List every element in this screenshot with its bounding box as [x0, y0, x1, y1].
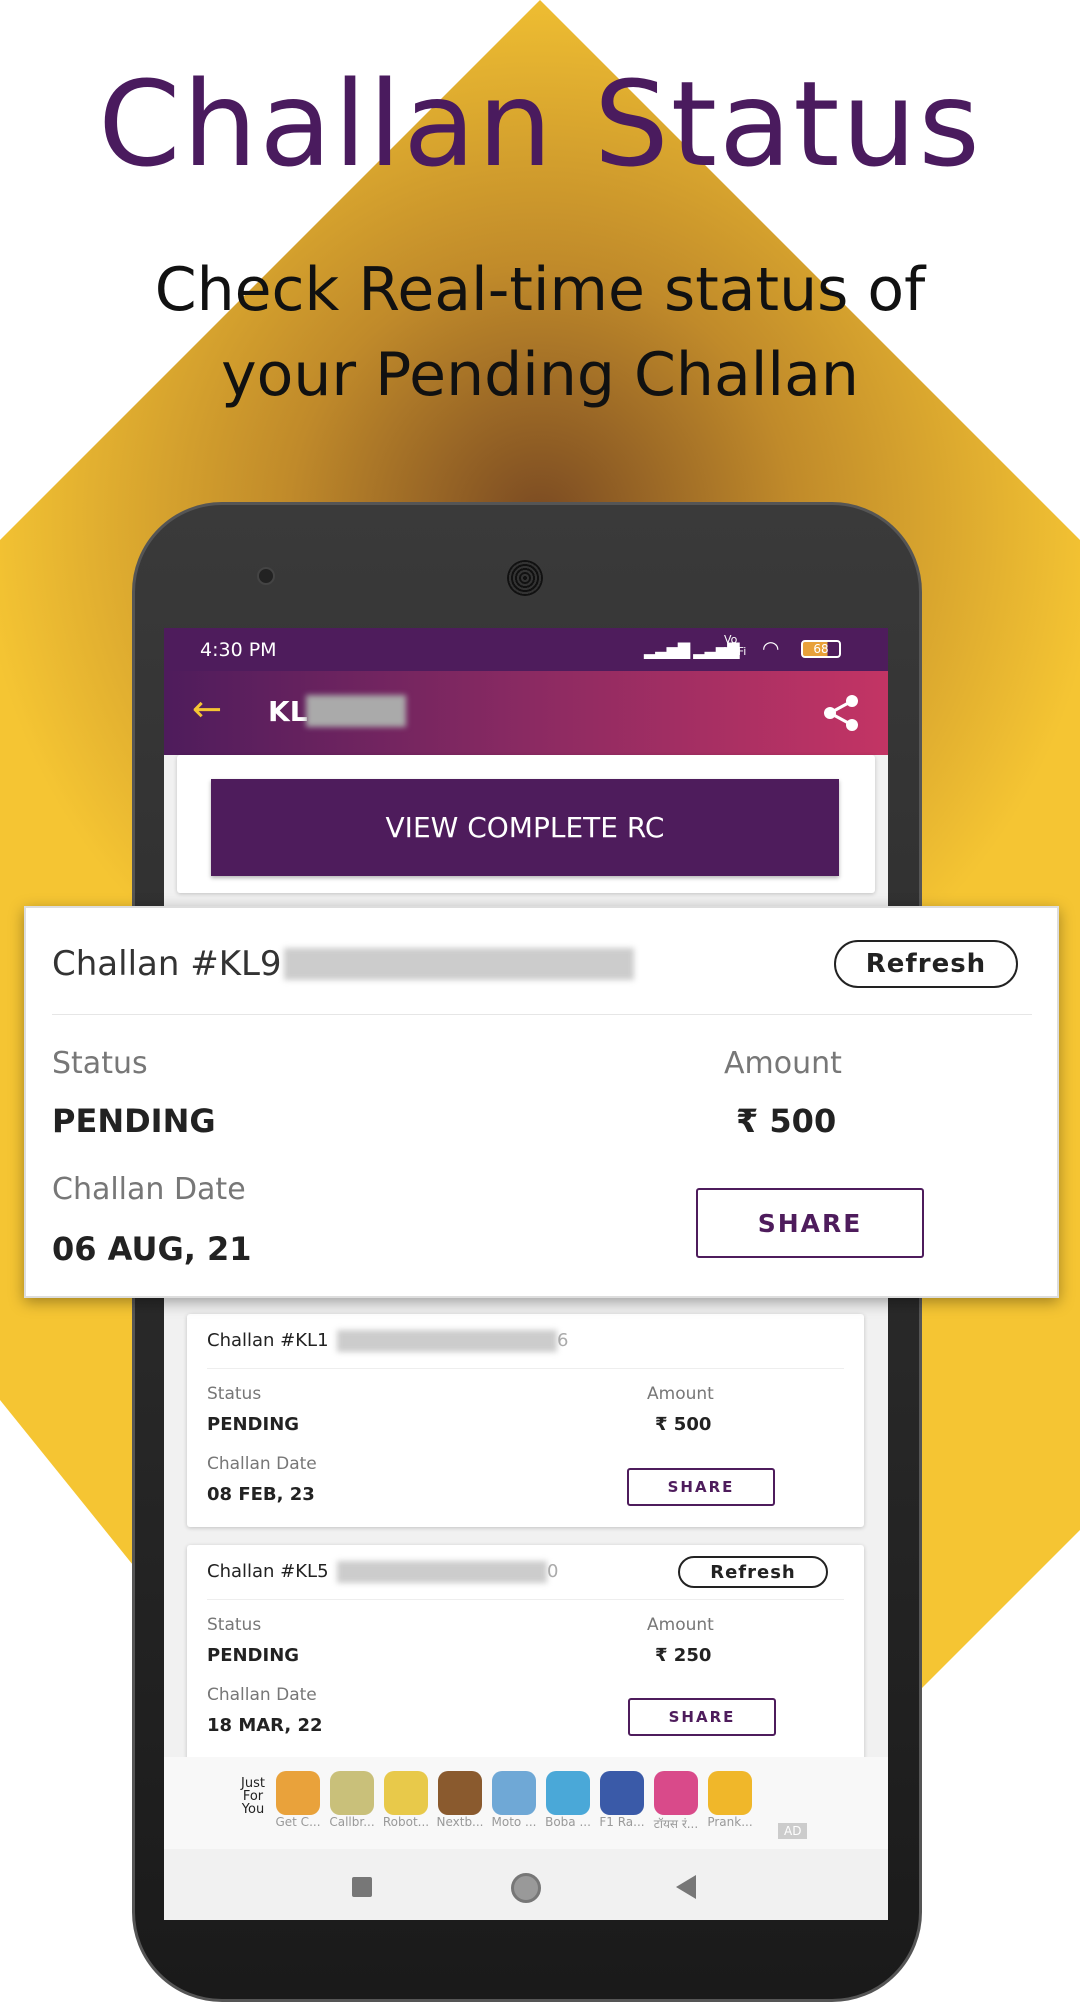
- back-icon[interactable]: [676, 1875, 696, 1899]
- challan-card: Challan #KL5 0 Refresh Status PENDING Am…: [187, 1545, 864, 1785]
- challan-card: Challan #KL1 6 Status PENDING Amount ₹ 5…: [187, 1314, 864, 1527]
- ad-app-item[interactable]: Nextb...: [434, 1771, 486, 1832]
- app-icon: [492, 1771, 536, 1815]
- ad-app-item[interactable]: टॉयस रं...: [650, 1771, 702, 1832]
- ad-heading: Just For You: [241, 1776, 265, 1817]
- ad-app-item[interactable]: Get C...: [272, 1771, 324, 1832]
- app-label: Prank...: [707, 1815, 753, 1829]
- camera-icon: [257, 567, 275, 585]
- ad-app-item[interactable]: Boba ...: [542, 1771, 594, 1832]
- status-value: PENDING: [207, 1414, 300, 1435]
- challan-title: Challan #KL5: [207, 1561, 329, 1582]
- app-icon: [708, 1771, 752, 1815]
- status-bar: 4:30 PM ▂▃▅▇ ▂▃▅▇ Vo WiFi ◠ 68: [164, 628, 888, 671]
- recents-icon[interactable]: [352, 1877, 372, 1897]
- app-icon: [330, 1771, 374, 1815]
- date-label: Challan Date: [207, 1685, 317, 1705]
- app-label: Get C...: [275, 1815, 321, 1829]
- app-icon: [276, 1771, 320, 1815]
- ad-app-row: Get C... Callbr... Robot... Nextb... Moto ..…: [272, 1771, 756, 1832]
- ad-app-item[interactable]: Robot...: [380, 1771, 432, 1832]
- challan-suffix: 0: [547, 1561, 559, 1582]
- app-icon: [600, 1771, 644, 1815]
- redacted-text: [284, 948, 634, 980]
- app-icon: [438, 1771, 482, 1815]
- redacted-text: [337, 1330, 557, 1352]
- app-bar: ← KL: [164, 671, 888, 755]
- battery-icon: 68: [801, 640, 841, 658]
- challan-title: Challan #KL1: [207, 1330, 329, 1351]
- status-label: Status: [207, 1384, 262, 1404]
- redacted-text: [337, 1561, 547, 1583]
- vehicle-number: KL: [268, 695, 308, 728]
- featured-challan-card: Challan #KL9 Refresh Status PENDING Amou…: [24, 906, 1059, 1298]
- view-complete-rc-button[interactable]: VIEW COMPLETE RC: [211, 779, 839, 876]
- amount-value: ₹ 500: [655, 1414, 712, 1435]
- app-label: Moto ...: [491, 1815, 537, 1829]
- divider: [207, 1368, 844, 1369]
- ad-bar: Just For You Get C... Callbr... Robot... Ne…: [164, 1757, 888, 1849]
- speaker-icon: [507, 560, 543, 596]
- refresh-button[interactable]: Refresh: [678, 1556, 828, 1588]
- ad-app-item[interactable]: Moto ...: [488, 1771, 540, 1832]
- app-label: Robot...: [382, 1815, 430, 1829]
- amount-value: ₹ 500: [736, 1102, 837, 1140]
- status-label: Status: [52, 1046, 148, 1081]
- promo-subtitle-line2: your Pending Challan: [221, 340, 859, 410]
- share-button[interactable]: SHARE: [628, 1698, 776, 1736]
- challan-suffix: 6: [557, 1330, 569, 1351]
- date-value: 08 FEB, 23: [207, 1484, 315, 1505]
- ad-app-item[interactable]: F1 Ra...: [596, 1771, 648, 1832]
- status-value: PENDING: [207, 1645, 300, 1666]
- app-label: F1 Ra...: [599, 1815, 645, 1829]
- amount-label: Amount: [647, 1615, 714, 1635]
- nav-bar: [164, 1849, 888, 1920]
- ad-app-item[interactable]: Prank...: [704, 1771, 756, 1832]
- share-button[interactable]: SHARE: [696, 1188, 924, 1258]
- rc-card: VIEW COMPLETE RC: [177, 755, 875, 893]
- amount-label: Amount: [647, 1384, 714, 1404]
- amount-value: ₹ 250: [655, 1645, 712, 1666]
- app-label: टॉयस रं...: [653, 1817, 699, 1831]
- share-button[interactable]: SHARE: [627, 1468, 775, 1506]
- back-arrow-icon[interactable]: ←: [192, 689, 222, 730]
- app-icon: [546, 1771, 590, 1815]
- redacted-text: [306, 695, 406, 727]
- amount-label: Amount: [724, 1046, 842, 1081]
- app-icon: [384, 1771, 428, 1815]
- app-label: Boba ...: [545, 1815, 591, 1829]
- status-value: PENDING: [52, 1102, 216, 1140]
- date-label: Challan Date: [52, 1172, 246, 1207]
- challan-title: Challan #KL9: [52, 944, 282, 984]
- date-label: Challan Date: [207, 1454, 317, 1474]
- vowifi-label: Vo WiFi: [724, 633, 747, 658]
- ad-app-item[interactable]: Callbr...: [326, 1771, 378, 1832]
- promo-subtitle-line1: Check Real-time status of: [154, 255, 926, 325]
- app-icon: [654, 1771, 698, 1815]
- divider: [52, 1014, 1032, 1015]
- refresh-button[interactable]: Refresh: [834, 940, 1018, 988]
- status-label: Status: [207, 1615, 262, 1635]
- date-value: 18 MAR, 22: [207, 1715, 323, 1736]
- share-icon[interactable]: [822, 693, 862, 733]
- ad-badge: AD: [778, 1823, 808, 1839]
- wifi-icon: ◠: [762, 636, 780, 660]
- date-value: 06 AUG, 21: [52, 1230, 252, 1268]
- divider: [207, 1599, 844, 1600]
- app-label: Callbr...: [329, 1815, 375, 1829]
- clock: 4:30 PM: [200, 639, 277, 661]
- app-label: Nextb...: [436, 1815, 484, 1829]
- promo-title: Challan Status: [98, 55, 982, 193]
- home-icon[interactable]: [511, 1873, 541, 1903]
